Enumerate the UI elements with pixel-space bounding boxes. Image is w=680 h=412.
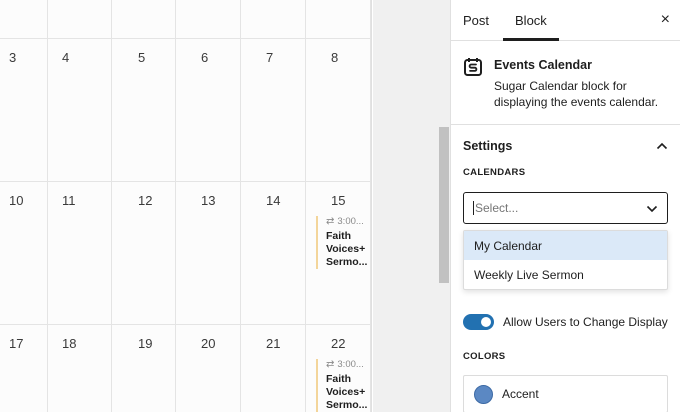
day-number: 18 [62,336,77,351]
day-number: 22 [331,336,346,351]
settings-panel: Settings CALENDARS Select... My Calendar… [451,125,680,412]
calendar-day-cell[interactable]: 18 [48,325,112,412]
calendars-dropdown: My Calendar Weekly Live Sermon [463,230,668,290]
tab-post[interactable]: Post [451,0,501,40]
day-number: 8 [331,50,339,65]
day-number: 21 [266,336,281,351]
event-time-text: 3:00... [337,216,364,227]
tab-block[interactable]: Block [503,0,559,41]
calendar-day-cell[interactable]: 5 [112,39,176,182]
dropdown-option-my-calendar[interactable]: My Calendar [464,231,667,260]
calendar-day-cell[interactable]: 10 [0,182,48,325]
block-card: Events Calendar Sugar Calendar block for… [451,41,680,125]
calendar-week-row: 17 18 19 20 21 22 ⇄ 3:00... Faith Voices… [0,325,372,412]
event-time: ⇄ 3:00... [326,359,370,370]
event-title[interactable]: Faith Voices+ Sermo... [326,230,370,269]
allow-display-change-label[interactable]: Allow Users to Change Display [503,315,668,329]
day-number: 19 [138,336,153,351]
repeat-icon: ⇄ [326,359,335,370]
events-calendar-grid: 3 4 5 6 7 8 10 11 12 13 14 15 ⇄ 3:00... … [0,0,372,412]
calendar-day-cell[interactable]: 12 [112,182,176,325]
calendar-day-cell[interactable]: 15 ⇄ 3:00... Faith Voices+ Sermo... [306,182,371,325]
block-card-text: Events Calendar Sugar Calendar block for… [494,56,668,110]
calendar-day-cell[interactable] [371,325,372,412]
day-number: 11 [62,193,76,208]
allow-display-change-toggle[interactable] [463,314,494,330]
scrollbar-thumb[interactable] [439,127,449,283]
block-title: Events Calendar [494,58,592,72]
calendar-day-cell[interactable]: 13 [176,182,241,325]
color-name: Accent [502,387,539,401]
chevron-up-icon[interactable] [656,139,668,153]
day-number: 13 [201,193,216,208]
calendar-day-cell[interactable]: 22 ⇄ 3:00... Faith Voices+ Sermo... [306,325,371,412]
calendar-week-row [0,0,372,39]
close-icon[interactable]: × [661,11,670,29]
calendar-day-cell[interactable]: 7 [241,39,306,182]
day-number: 10 [9,193,24,208]
calendar-day-cell[interactable]: 14 [241,182,306,325]
calendar-day-cell[interactable] [371,0,372,39]
calendar-day-cell[interactable] [241,0,306,39]
sidebar-tabs: Post Block × [451,0,680,41]
calendars-select-input[interactable]: Select... [473,201,518,216]
day-number: 3 [9,50,17,65]
calendar-block-icon [464,58,482,76]
calendar-day-cell[interactable]: 17 [0,325,48,412]
calendar-day-cell[interactable]: 3 [0,39,48,182]
day-number: 7 [266,50,274,65]
day-number: 6 [201,50,209,65]
settings-panel-title: Settings [463,139,513,153]
day-number: 15 [331,193,346,208]
calendar-day-cell[interactable]: 21 [241,325,306,412]
calendar-day-cell[interactable] [0,0,48,39]
color-swatch [474,384,493,404]
calendar-day-cell[interactable]: 6 [176,39,241,182]
day-number: 17 [9,336,24,351]
day-number: 5 [138,50,146,65]
day-number: 4 [62,50,70,65]
calendar-day-cell[interactable]: 19 [112,325,176,412]
day-number: 20 [201,336,216,351]
calendar-day-cell[interactable]: 4 [48,39,112,182]
repeat-icon: ⇄ [326,216,335,227]
chevron-down-icon[interactable] [646,200,658,216]
day-number: 14 [266,193,281,208]
block-settings-sidebar: Post Block × Events Calendar Sugar Calen… [450,0,680,412]
calendar-day-cell[interactable] [306,0,371,39]
block-description: Sugar Calendar block for displaying the … [494,79,659,109]
day-number: 12 [138,193,153,208]
calendar-day-cell[interactable]: 20 [176,325,241,412]
color-accent-button[interactable]: Accent [463,375,668,412]
allow-display-change-row: Allow Users to Change Display [463,314,668,330]
calendar-day-cell[interactable] [176,0,241,39]
calendars-label: CALENDARS [463,167,526,178]
dropdown-option-weekly-live-sermon[interactable]: Weekly Live Sermon [464,260,667,289]
calendars-select[interactable]: Select... [463,192,668,224]
event-time-text: 3:00... [337,359,364,370]
calendar-event[interactable]: ⇄ 3:00... Faith Voices+ Sermo... [316,216,370,269]
calendar-day-cell[interactable]: 11 [48,182,112,325]
calendar-week-row: 10 11 12 13 14 15 ⇄ 3:00... Faith Voices… [0,182,372,325]
settings-panel-header[interactable]: Settings [463,125,668,167]
calendar-event[interactable]: ⇄ 3:00... Faith Voices+ Sermo... [316,359,370,412]
event-time: ⇄ 3:00... [326,216,370,227]
colors-label: COLORS [463,351,506,362]
calendar-week-row: 3 4 5 6 7 8 [0,39,372,182]
calendar-day-cell[interactable] [112,0,176,39]
calendar-day-cell[interactable] [371,182,372,325]
calendar-day-cell[interactable]: 8 [306,39,371,182]
calendar-day-cell[interactable] [371,39,372,182]
calendar-day-cell[interactable] [48,0,112,39]
event-title[interactable]: Faith Voices+ Sermo... [326,373,370,412]
